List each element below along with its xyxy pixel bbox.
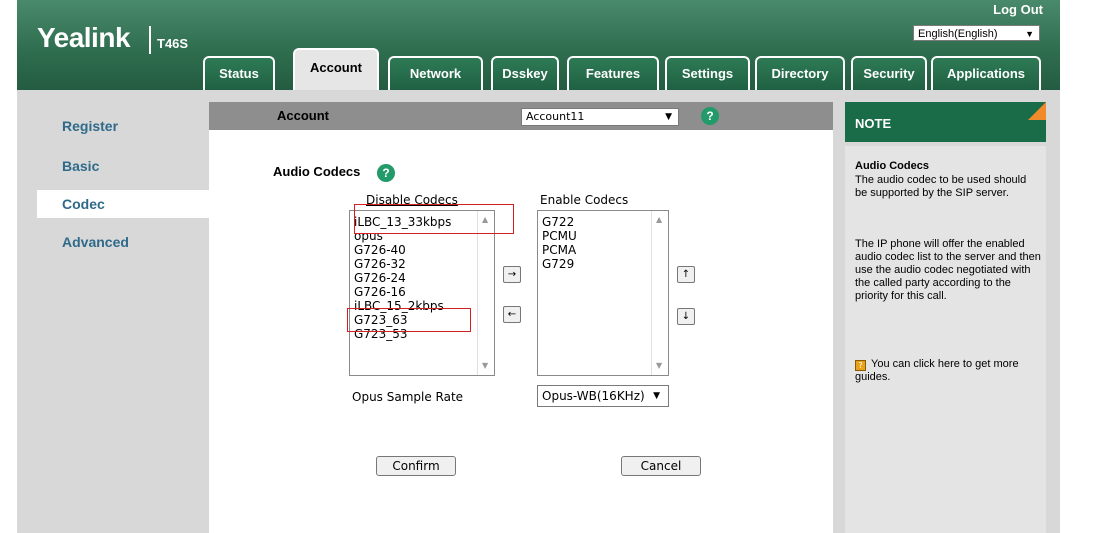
guide-link[interactable]: You can click here to get more guides. (855, 358, 1041, 384)
account-bar: Account Account11 ▼ ? (209, 102, 833, 130)
note-panel: NOTE Audio Codecs The audio codec to be … (845, 102, 1046, 533)
chevron-down-icon: ▼ (653, 391, 660, 401)
confirm-button[interactable]: Confirm (376, 456, 456, 476)
corner-fold-icon (1028, 102, 1046, 120)
tab-account[interactable]: Account (293, 48, 379, 90)
note-paragraph: The IP phone will offer the enabled audi… (855, 238, 1041, 302)
account-label: Account (277, 108, 329, 123)
tab-settings[interactable]: Settings (665, 56, 750, 90)
codec-option[interactable]: G726-32 (354, 257, 494, 271)
enable-codecs-header: Enable Codecs (540, 193, 629, 207)
codec-option[interactable]: G726-24 (354, 271, 494, 285)
tab-directory[interactable]: Directory (755, 56, 845, 90)
scrollbar[interactable]: ▲ ▼ (477, 211, 494, 375)
codec-option[interactable]: G722 (542, 215, 668, 229)
codec-option[interactable]: PCMU (542, 229, 668, 243)
codec-option[interactable]: G726-16 (354, 285, 494, 299)
tab-network[interactable]: Network (388, 56, 483, 90)
language-value: English(English) (918, 28, 998, 40)
move-down-button[interactable]: ↓ (677, 308, 695, 325)
sidebar-item-advanced[interactable]: Advanced (37, 228, 209, 256)
sidebar-item-basic[interactable]: Basic (37, 152, 209, 180)
opus-sample-rate-label: Opus Sample Rate (352, 390, 464, 404)
codec-option[interactable]: PCMA (542, 243, 668, 257)
help-icon[interactable]: ? (377, 164, 395, 182)
note-paragraph: The audio codec to be used should be sup… (855, 174, 1027, 199)
note-title: NOTE (855, 116, 892, 131)
scrollbar[interactable]: ▲ ▼ (651, 211, 668, 375)
highlight-box (354, 204, 514, 234)
account-select-value: Account11 (526, 110, 585, 123)
chevron-down-icon: ▼ (1025, 29, 1034, 39)
note-subtitle: Audio Codecs (855, 160, 929, 172)
account-select[interactable]: Account11 ▼ (521, 108, 679, 126)
tab-security[interactable]: Security (851, 56, 927, 90)
tab-applications[interactable]: Applications (931, 56, 1041, 90)
note-body: Audio Codecs The audio codec to be used … (845, 146, 1046, 533)
tab-features[interactable]: Features (567, 56, 659, 90)
scroll-up-icon: ▲ (656, 215, 663, 224)
opus-sample-rate-select[interactable]: Opus-WB(16KHz) ▼ (537, 385, 669, 407)
codec-option[interactable]: G726-40 (354, 243, 494, 257)
help-icon[interactable]: ? (701, 107, 719, 125)
page-frame: Yealink T46S Log Out English(English) ▼ … (17, 0, 1060, 533)
move-right-button[interactable]: → (503, 266, 521, 283)
cancel-button[interactable]: Cancel (621, 456, 701, 476)
sidebar: Register Basic Codec Advanced (37, 102, 217, 533)
scroll-down-icon: ▼ (482, 361, 489, 370)
sidebar-item-register[interactable]: Register (37, 112, 209, 140)
move-left-button[interactable]: ← (503, 306, 521, 323)
scroll-down-icon: ▼ (656, 361, 663, 370)
move-up-button[interactable]: ↑ (677, 266, 695, 283)
logout-link[interactable]: Log Out (993, 2, 1043, 17)
model-label: T46S (157, 36, 189, 51)
note-header: NOTE (845, 102, 1046, 142)
sidebar-item-codec[interactable]: Codec (37, 190, 217, 218)
header-bar: Yealink T46S Log Out English(English) ▼ … (17, 0, 1060, 90)
tab-status[interactable]: Status (203, 56, 275, 90)
brand-logo: Yealink (37, 22, 131, 53)
opus-sample-rate-value: Opus-WB(16KHz) (542, 389, 645, 403)
language-select[interactable]: English(English) ▼ (913, 25, 1040, 41)
tab-dsskey[interactable]: Dsskey (491, 56, 559, 90)
chevron-down-icon: ▼ (665, 112, 672, 122)
main-content: Account Account11 ▼ ? Audio Codecs ? Dis… (209, 102, 833, 533)
codec-option[interactable]: G729 (542, 257, 668, 271)
audio-codecs-title: Audio Codecs (273, 164, 361, 179)
enabled-codecs-list[interactable]: G722 PCMU PCMA G729 ▲ ▼ (537, 210, 669, 376)
logo-separator (149, 26, 151, 54)
highlight-box (347, 308, 471, 332)
disabled-codecs-list[interactable]: iLBC_13_33kbps opus G726-40 G726-32 G726-24 G… (349, 210, 495, 376)
